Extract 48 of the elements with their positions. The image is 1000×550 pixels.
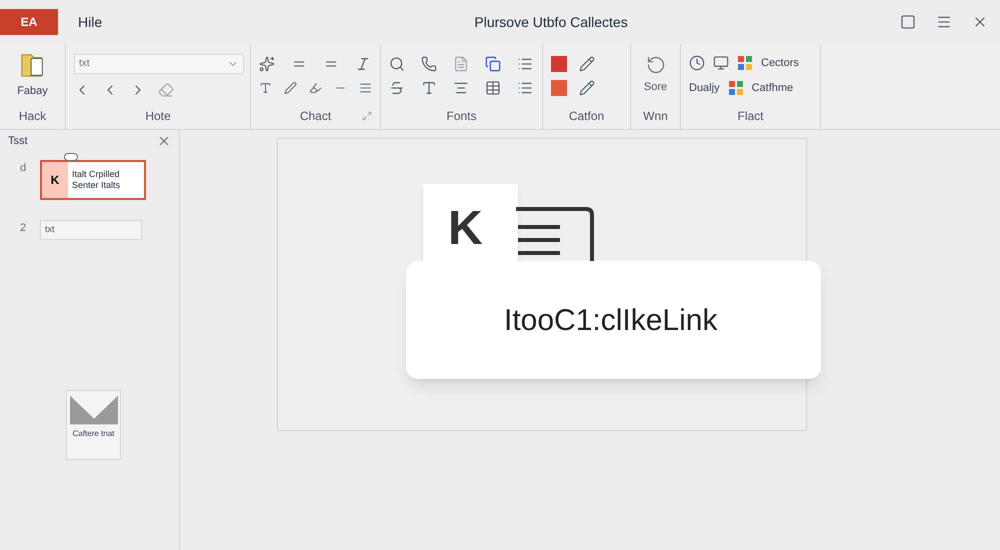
pen-icon[interactable] xyxy=(284,80,297,96)
app-badge[interactable]: EA xyxy=(0,9,58,35)
menu-tab[interactable]: Hile xyxy=(78,12,102,32)
paste-button[interactable]: Fabay xyxy=(8,51,57,100)
group-label: Catfon xyxy=(568,108,604,125)
tag-icon xyxy=(64,153,78,161)
color-grid-icon xyxy=(728,80,744,96)
slide-number: d xyxy=(20,161,28,176)
pencil-icon[interactable] xyxy=(579,80,595,96)
pages-icon[interactable] xyxy=(485,56,501,72)
ribbon-button[interactable]: Dualjy xyxy=(689,80,720,96)
maximize-icon[interactable] xyxy=(900,14,916,30)
link-text[interactable]: ItooC1:clIkeLink xyxy=(504,298,718,342)
group-label: Chact xyxy=(300,108,332,125)
envelope-icon xyxy=(70,395,118,425)
group-label: Wnn xyxy=(643,108,668,125)
font-field[interactable]: txt xyxy=(74,54,244,74)
italic-icon[interactable] xyxy=(355,56,371,72)
rotate-icon xyxy=(646,55,666,76)
slide-text: Italt Crpilled Senter Italts xyxy=(68,162,144,198)
close-icon[interactable] xyxy=(157,134,171,148)
slide-letter: K xyxy=(50,172,60,189)
slide-thumbnail[interactable]: K Italt Crpilled Senter Italts xyxy=(40,160,146,200)
strikethrough-icon[interactable] xyxy=(389,80,405,96)
group-label: Hote xyxy=(145,108,171,125)
panel-title: Tsst xyxy=(8,134,28,149)
table-icon[interactable] xyxy=(485,80,501,96)
group-label: Fonts xyxy=(446,108,476,125)
monitor-icon[interactable] xyxy=(713,55,729,72)
window-title: Plursove Utbfo Callectes xyxy=(474,12,628,32)
group-label: Hack xyxy=(18,108,46,125)
document-letter: K xyxy=(448,201,483,257)
phone-icon[interactable] xyxy=(421,56,437,72)
group-label: Flact xyxy=(737,108,764,125)
sparkle-icon[interactable] xyxy=(259,56,275,72)
font-color-icon[interactable] xyxy=(421,80,437,96)
thumbnail-caption: Caftere tnat xyxy=(72,429,114,439)
ribbon-button[interactable]: Cectors xyxy=(761,55,799,72)
clock-icon[interactable] xyxy=(689,55,705,72)
ribbon-button[interactable]: Catfhme xyxy=(752,80,794,96)
search-icon[interactable] xyxy=(389,56,405,72)
sore-button[interactable]: Sore xyxy=(639,55,672,96)
menu-icon[interactable] xyxy=(936,14,952,30)
pencil-icon[interactable] xyxy=(579,56,595,72)
slide-number: 2 xyxy=(20,221,28,236)
slide-thumbnail[interactable]: txt xyxy=(40,220,142,240)
color-grid-icon xyxy=(737,55,753,72)
thumbnail-card[interactable]: Caftere tnat xyxy=(66,390,121,460)
